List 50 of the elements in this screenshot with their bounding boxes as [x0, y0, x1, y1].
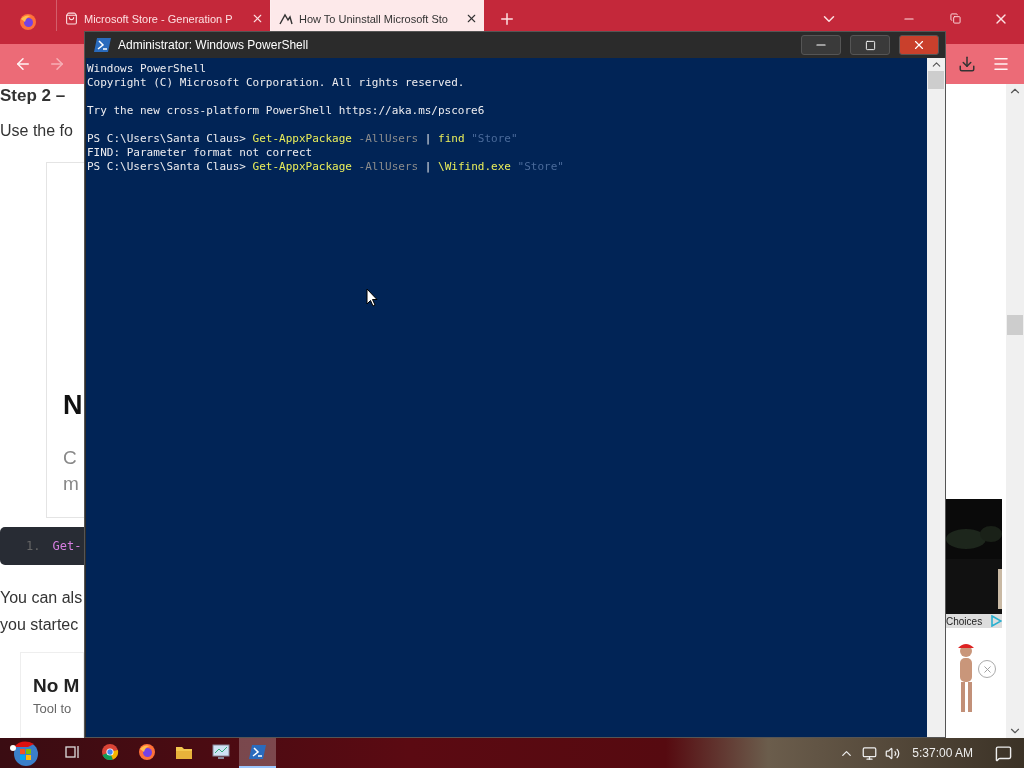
mouse-pointer-icon: [366, 288, 378, 307]
code-text: Get-: [52, 539, 82, 553]
volume-icon[interactable]: [885, 745, 901, 761]
paragraph-text: you startec: [0, 616, 79, 634]
folder-icon: [174, 744, 193, 760]
console-line: Copyright (C) Microsoft Corporation. All rights reserved.: [87, 76, 465, 90]
promo-title: No M: [33, 675, 80, 697]
task-view-icon: [64, 744, 81, 760]
maximize-icon: [864, 39, 876, 51]
console-line: PS C:\Users\Santa Claus> Get-AppxPackage -AllUsers | \Wifind.exe "Store": [87, 160, 564, 174]
paragraph-text: Use the fo: [0, 122, 73, 140]
paragraph-text: You can als: [0, 589, 83, 607]
bag-icon: [65, 12, 78, 25]
network-icon[interactable]: [862, 745, 878, 761]
close-icon: [912, 38, 926, 52]
close-button[interactable]: [978, 660, 996, 678]
powershell-icon: [248, 744, 267, 760]
close-icon[interactable]: [465, 12, 478, 25]
browser-tab[interactable]: How To Uninstall Microsoft Sto: [270, 0, 484, 31]
back-icon[interactable]: [14, 55, 32, 73]
section-heading: Step 2 –: [0, 86, 66, 106]
card-text: C: [63, 446, 77, 470]
console-line: Try the new cross-platform PowerShell https://aka.ms/pscore6: [87, 104, 485, 118]
close-icon: [981, 663, 993, 675]
restore-icon[interactable]: [949, 13, 961, 24]
download-icon[interactable]: [958, 55, 976, 73]
window-title: Administrator: Windows PowerShell: [118, 38, 310, 52]
card-title: N: [63, 390, 83, 421]
notification-icon[interactable]: [995, 744, 1012, 762]
scrollbar-thumb[interactable]: [928, 71, 944, 89]
console-line: Windows PowerShell: [87, 62, 207, 76]
monitor-icon: [211, 744, 230, 760]
scrollbar-thumb[interactable]: [1007, 315, 1023, 335]
tab-title: How To Uninstall Microsoft Sto: [299, 12, 449, 25]
console-line: FIND: Parameter format not correct: [87, 146, 313, 160]
minimize-button[interactable]: [801, 35, 841, 55]
powershell-icon: [94, 37, 112, 53]
tab-title: Microsoft Store - Generation P: [84, 12, 234, 25]
console-line: PS C:\Users\Santa Claus> Get-AppxPackage -AllUsers | find "Store": [87, 132, 518, 146]
card-text: m: [63, 472, 79, 496]
menu-icon[interactable]: [992, 55, 1010, 73]
close-button[interactable]: [899, 35, 939, 55]
clock[interactable]: 5:37:00 AM: [912, 746, 973, 760]
promo-subtitle: Tool to: [33, 701, 72, 716]
chrome-icon: [100, 743, 119, 761]
firefox-icon: [137, 743, 156, 761]
maximize-button[interactable]: [850, 35, 890, 55]
firefox-icon[interactable]: [19, 13, 37, 31]
peak-icon: [279, 12, 293, 25]
line-number: 1.: [26, 539, 41, 553]
